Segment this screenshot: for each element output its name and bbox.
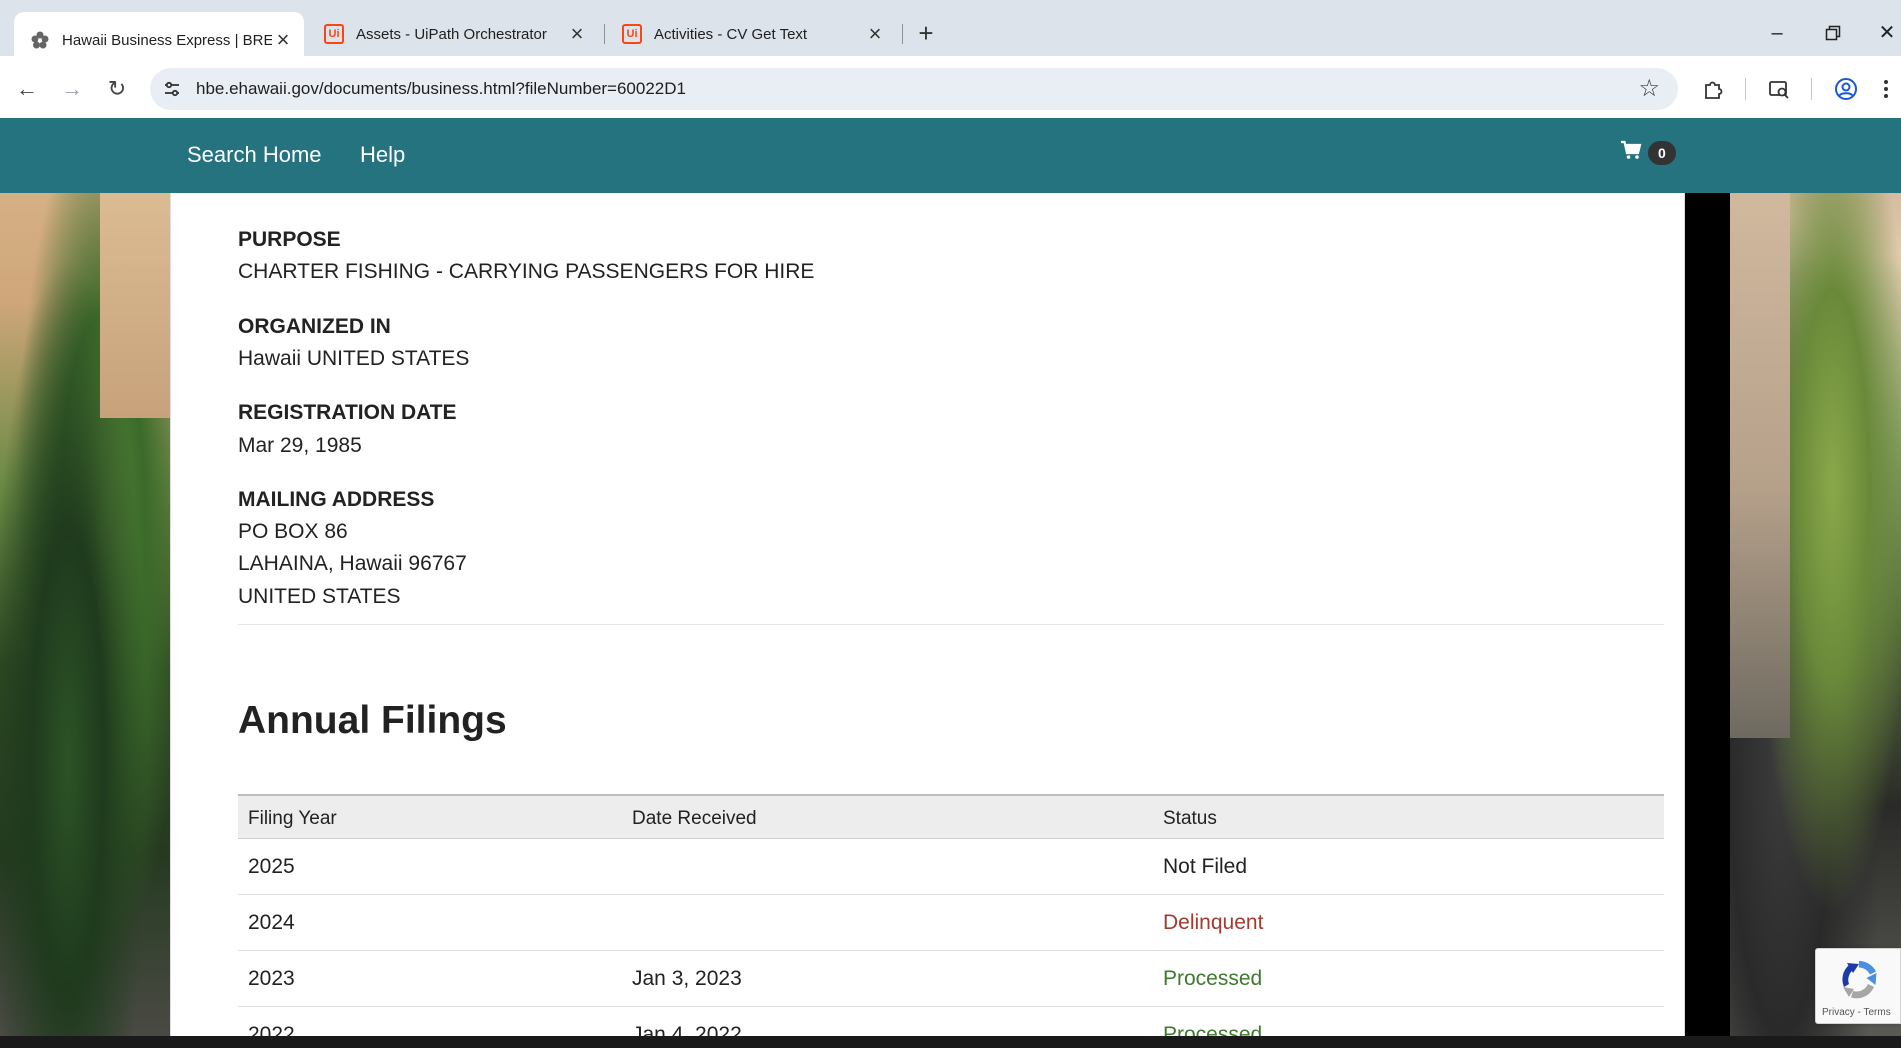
kebab-menu-icon[interactable] — [1874, 74, 1898, 104]
background-building — [1730, 118, 1790, 738]
back-arrow-icon[interactable]: ← — [10, 72, 44, 106]
status-cell: Processed — [1163, 967, 1263, 990]
star-icon[interactable]: ☆ — [1638, 74, 1660, 103]
table-header: Filing Year Date Received Status — [238, 794, 1664, 839]
tab-title: Hawaii Business Express | BREG — [62, 31, 272, 49]
reload-icon[interactable]: ↻ — [100, 72, 134, 106]
registration-date-label: REGISTRATION DATE — [238, 401, 457, 424]
uipath-favicon-icon: Ui — [622, 24, 642, 44]
mailing-address-line: PO BOX 86 — [238, 520, 348, 543]
recaptcha-icon — [1836, 957, 1882, 1003]
tab-search-icon[interactable] — [1764, 74, 1794, 104]
table-row: 2025 Not Filed — [238, 839, 1664, 895]
purpose-label: PURPOSE — [238, 228, 341, 251]
background-photo-right — [1730, 118, 1901, 1036]
close-icon[interactable]: × — [864, 23, 886, 45]
date-received-cell: Jan 4, 2022 — [632, 1023, 742, 1036]
column-header-date-received[interactable]: Date Received — [632, 808, 757, 830]
toolbar-separator — [1811, 78, 1812, 100]
filing-year-cell: 2025 — [248, 855, 295, 878]
organized-in-label: ORGANIZED IN — [238, 315, 391, 338]
forward-arrow-icon[interactable]: → — [55, 72, 89, 106]
background-photo-left — [0, 118, 170, 1036]
column-header-filing-year[interactable]: Filing Year — [248, 808, 337, 830]
purpose-value: CHARTER FISHING - CARRYING PASSENGERS FO… — [238, 260, 815, 283]
table-row: 2023 Jan 3, 2023 Processed — [238, 951, 1664, 1007]
tab-separator — [902, 24, 903, 44]
filing-year-cell: 2024 — [248, 911, 295, 934]
mailing-address-line: UNITED STATES — [238, 585, 401, 608]
status-cell: Delinquent — [1163, 911, 1264, 934]
tab-title: Activities - CV Get Text — [654, 25, 808, 43]
mailing-address-line: LAHAINA, Hawaii 96767 — [238, 552, 467, 575]
search-home-link[interactable]: Search Home — [187, 142, 322, 168]
page-viewport: Search Home Help 0 PURPOSE CHARTER FISHI… — [0, 118, 1901, 1036]
cart-count-badge: 0 — [1648, 140, 1676, 165]
tab-cv-get-text[interactable]: Ui Activities - CV Get Text × — [606, 12, 896, 56]
table-row: 2024 Delinquent — [238, 895, 1664, 951]
tune-icon[interactable] — [162, 79, 182, 99]
restore-icon[interactable] — [1818, 18, 1848, 48]
registration-date-value: Mar 29, 1985 — [238, 434, 362, 457]
column-header-status[interactable]: Status — [1163, 808, 1217, 830]
status-cell: Processed — [1163, 1023, 1263, 1036]
organized-in-value: Hawaii UNITED STATES — [238, 347, 470, 370]
recaptcha-privacy-terms[interactable]: Privacy - Terms — [1822, 1007, 1891, 1018]
table-row: 2022 Jan 4, 2022 Processed — [238, 1007, 1664, 1036]
tab-separator — [604, 24, 605, 44]
annual-filings-table: Filing Year Date Received Status 2025 No… — [238, 794, 1664, 1036]
business-details-card: PURPOSE CHARTER FISHING - CARRYING PASSE… — [170, 193, 1685, 1036]
uipath-favicon-icon: Ui — [324, 24, 344, 44]
profile-icon[interactable] — [1831, 74, 1861, 104]
site-navbar: Search Home Help 0 — [0, 118, 1901, 193]
window-close-icon[interactable]: ✕ — [1872, 18, 1901, 48]
section-divider — [238, 624, 1664, 625]
help-link[interactable]: Help — [360, 142, 405, 168]
date-received-cell: Jan 3, 2023 — [632, 967, 742, 990]
annual-filings-heading: Annual Filings — [238, 699, 507, 742]
puzzle-icon[interactable] — [1698, 74, 1728, 104]
filing-year-cell: 2023 — [248, 967, 295, 990]
cart-button[interactable]: 0 — [1620, 140, 1676, 165]
tab-uipath-orchestrator[interactable]: Ui Assets - UiPath Orchestrator × — [308, 12, 598, 56]
toolbar-separator — [1745, 78, 1746, 100]
shopping-cart-icon — [1620, 140, 1642, 165]
minimize-icon[interactable]: – — [1762, 18, 1792, 48]
address-bar[interactable]: hbe.ehawaii.gov/documents/business.html?… — [150, 68, 1678, 110]
hibiscus-favicon-icon — [30, 30, 50, 50]
close-icon[interactable]: × — [272, 29, 294, 51]
recaptcha-badge[interactable]: Privacy - Terms — [1815, 948, 1901, 1024]
status-cell: Not Filed — [1163, 855, 1248, 878]
close-icon[interactable]: × — [566, 23, 588, 45]
address-url: hbe.ehawaii.gov/documents/business.html?… — [196, 79, 686, 98]
new-tab-plus-icon[interactable]: + — [912, 20, 940, 48]
tab-title: Assets - UiPath Orchestrator — [356, 25, 547, 43]
mailing-address-label: MAILING ADDRESS — [238, 488, 435, 511]
taskbar-strip — [0, 1036, 1901, 1048]
filing-year-cell: 2022 — [248, 1023, 295, 1036]
